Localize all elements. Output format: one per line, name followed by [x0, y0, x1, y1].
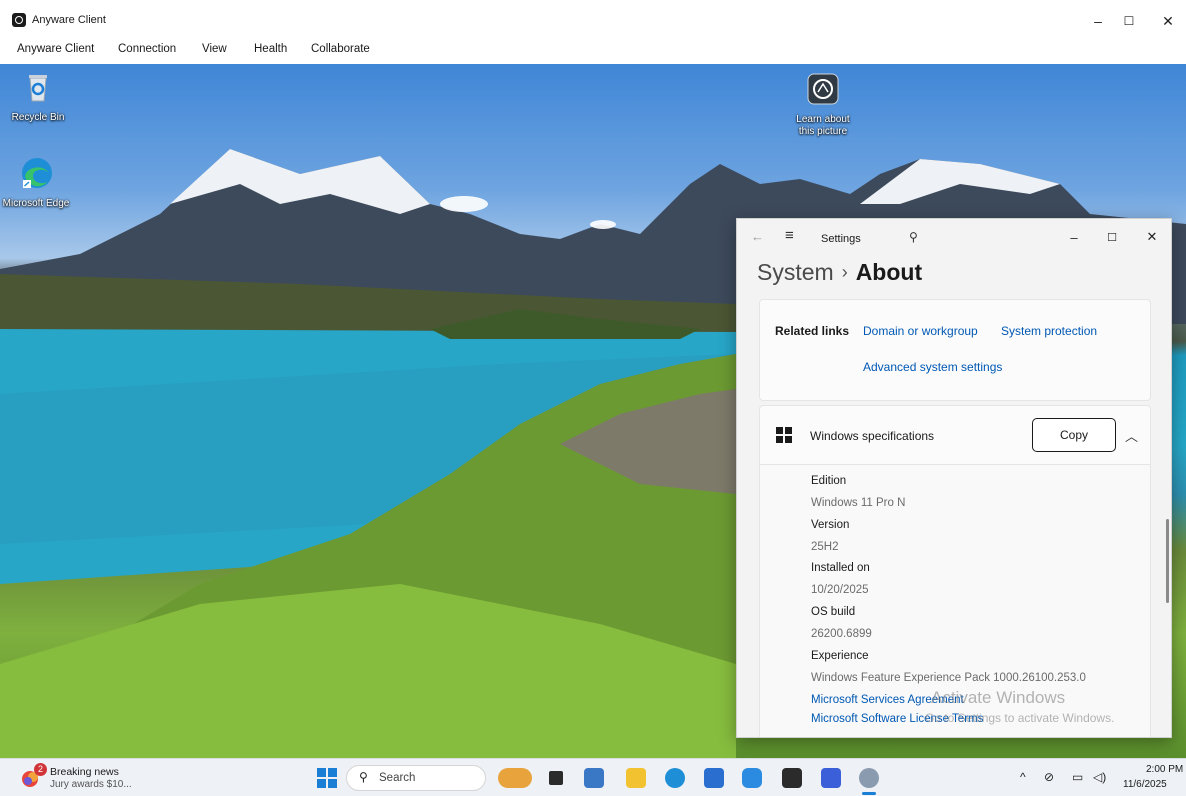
desktop-icon-recycle-bin[interactable]: Recycle Bin [4, 70, 72, 124]
news-title[interactable]: Breaking news [50, 766, 119, 778]
copy-button[interactable]: Copy [1032, 418, 1116, 452]
back-arrow-icon[interactable]: ← [751, 229, 764, 244]
chevron-up-icon[interactable]: ︿ [1125, 426, 1138, 445]
file-explorer-icon[interactable] [626, 768, 646, 788]
menu-collaborate[interactable]: Collaborate [311, 43, 370, 55]
link-domain-or-workgroup[interactable]: Domain or workgroup [863, 324, 978, 338]
edge-icon [22, 158, 52, 188]
spec-experience-value: Windows Feature Experience Pack 1000.261… [811, 672, 1086, 684]
cloud [440, 196, 488, 212]
terminal-icon[interactable] [782, 768, 802, 788]
clock-date[interactable]: 11/6/2025 [1123, 779, 1167, 790]
link-system-protection[interactable]: System protection [1001, 324, 1097, 338]
breadcrumb-system[interactable]: System [757, 259, 834, 285]
network-icon[interactable]: ▭ [1072, 770, 1083, 784]
search-icon[interactable]: ⚲ [909, 230, 918, 244]
edge-label: Microsoft Edge [2, 198, 70, 209]
menu-connection[interactable]: Connection [118, 43, 176, 55]
task-view-icon[interactable] [549, 771, 563, 785]
recycle-bin-icon [29, 75, 47, 102]
chevron-up-icon[interactable]: ^ [1020, 770, 1026, 784]
taskbar: 2 Breaking news Jury awards $10... ⚲ Sea… [0, 758, 1186, 796]
menu-health[interactable]: Health [254, 43, 287, 55]
windows-logo-icon [776, 427, 792, 443]
settings-maximize-button[interactable]: ☐ [1097, 225, 1127, 249]
sync-off-icon[interactable]: ⊘ [1044, 770, 1054, 784]
volume-icon[interactable]: ◁) [1093, 770, 1106, 784]
client-window-title: Anyware Client [32, 14, 106, 26]
desktop-icon-learn-picture[interactable]: Learn about this picture [788, 72, 858, 138]
activate-windows-watermark: Activate Windows [931, 688, 1066, 707]
spec-version-label: Version [811, 519, 850, 531]
menu-anyware-client[interactable]: Anyware Client [17, 43, 94, 55]
windows-specs-title: Windows specifications [810, 429, 935, 443]
link-advanced-system-settings[interactable]: Advanced system settings [863, 360, 1002, 374]
cloud [590, 220, 616, 229]
client-titlebar: Anyware Client – ☐ ✕ [0, 0, 1186, 38]
outlook-icon[interactable] [742, 768, 762, 788]
settings-close-button[interactable]: ✕ [1137, 225, 1167, 249]
spec-edition-label: Edition [811, 475, 847, 487]
widget-food-icon[interactable] [498, 768, 532, 788]
client-menubar: Anyware Client Connection View Health Co… [0, 38, 1186, 64]
spec-os-build-value: 26200.6899 [811, 628, 872, 640]
news-badge: 2 [34, 763, 47, 776]
client-close-button[interactable]: ✕ [1148, 8, 1186, 34]
hamburger-menu-icon[interactable]: ≡ [785, 227, 794, 244]
client-maximize-button[interactable]: ☐ [1109, 8, 1149, 34]
settings-app-name: Settings [821, 233, 861, 245]
recycle-bin-label: Recycle Bin [11, 112, 65, 123]
edge-taskbar-icon[interactable] [665, 768, 685, 788]
copilot-app-icon[interactable] [584, 768, 604, 788]
settings-titlebar: ← ≡ Settings ⚲ – ☐ ✕ [737, 219, 1171, 255]
related-links-card: Related links Domain or workgroup System… [759, 299, 1151, 401]
camera-icon [807, 73, 839, 105]
active-app-indicator [862, 792, 876, 795]
clock-time[interactable]: 2:00 PM [1146, 764, 1183, 775]
anyware-app-icon [12, 13, 26, 27]
news-subtitle[interactable]: Jury awards $10... [50, 779, 132, 790]
settings-scrollbar[interactable] [1166, 519, 1169, 603]
taskbar-search-box[interactable]: ⚲ Search [346, 765, 486, 791]
related-links-title: Related links [775, 324, 850, 338]
settings-minimize-button[interactable]: – [1059, 225, 1089, 249]
learn-picture-label: Learn about this picture [796, 114, 850, 137]
breadcrumb-chevron-icon: › [841, 262, 848, 282]
start-button[interactable] [317, 768, 337, 788]
spec-installed-label: Installed on [811, 562, 870, 574]
page-title: System › About [757, 259, 922, 286]
powershell-icon[interactable] [821, 768, 841, 788]
spec-version-value: 25H2 [811, 541, 839, 553]
spec-installed-value: 10/20/2025 [811, 584, 869, 596]
activate-windows-hint: Go to Settings to activate Windows. [925, 711, 1115, 725]
search-icon: ⚲ [359, 770, 368, 784]
desktop-icon-edge[interactable]: Microsoft Edge [2, 156, 70, 210]
settings-gear-icon[interactable] [859, 768, 879, 788]
windows-specs-header[interactable]: Windows specifications Copy ︿ [759, 405, 1151, 465]
spec-experience-label: Experience [811, 650, 869, 662]
breadcrumb-about: About [855, 259, 923, 285]
store-icon[interactable] [704, 768, 724, 788]
spec-os-build-label: OS build [811, 606, 856, 618]
spec-edition-value: Windows 11 Pro N [811, 497, 906, 509]
menu-view[interactable]: View [202, 43, 227, 55]
settings-window: ← ≡ Settings ⚲ – ☐ ✕ System › About Relate… [736, 218, 1172, 738]
taskbar-search-placeholder: Search [379, 772, 416, 784]
